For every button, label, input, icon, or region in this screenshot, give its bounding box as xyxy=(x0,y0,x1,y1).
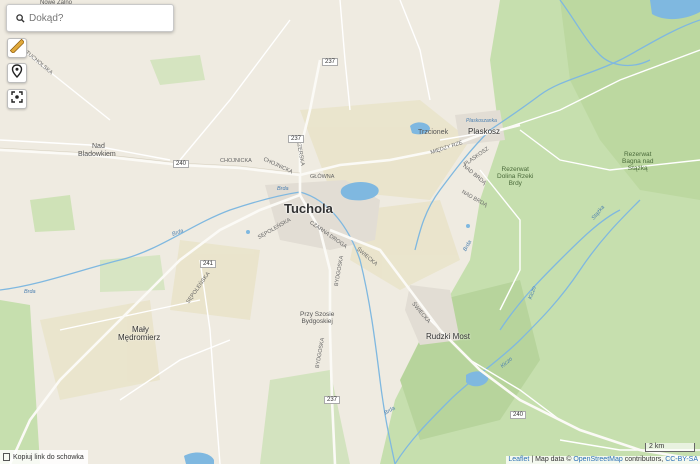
search-icon xyxy=(15,13,25,23)
attribution-text: | Map data © xyxy=(529,456,574,463)
map-pin-icon xyxy=(11,63,23,83)
measure-ruler-button[interactable] xyxy=(7,38,27,58)
search-input[interactable] xyxy=(29,12,159,24)
copy-link-label: Kopiuj link do schowka xyxy=(13,453,84,461)
scale-bar: 2 km xyxy=(645,443,695,452)
leaflet-link[interactable]: Leaflet xyxy=(508,456,529,463)
ruler-icon xyxy=(9,38,25,58)
osm-link[interactable]: OpenStreetMap xyxy=(573,456,622,463)
copy-link-button[interactable]: Kopiuj link do schowka xyxy=(0,450,88,464)
clipboard-icon xyxy=(3,453,10,461)
search-box[interactable] xyxy=(6,4,174,32)
attribution-contrib: contributors, xyxy=(622,456,666,463)
map-canvas[interactable] xyxy=(0,0,700,464)
locate-me-button[interactable] xyxy=(7,89,27,109)
attribution: Leaflet | Map data © OpenStreetMap contr… xyxy=(506,456,700,464)
license-link[interactable]: CC-BY-SA xyxy=(665,456,698,463)
location-pin-button[interactable] xyxy=(7,63,27,83)
scale-label: 2 km xyxy=(649,443,665,450)
crosshair-icon xyxy=(11,90,23,108)
